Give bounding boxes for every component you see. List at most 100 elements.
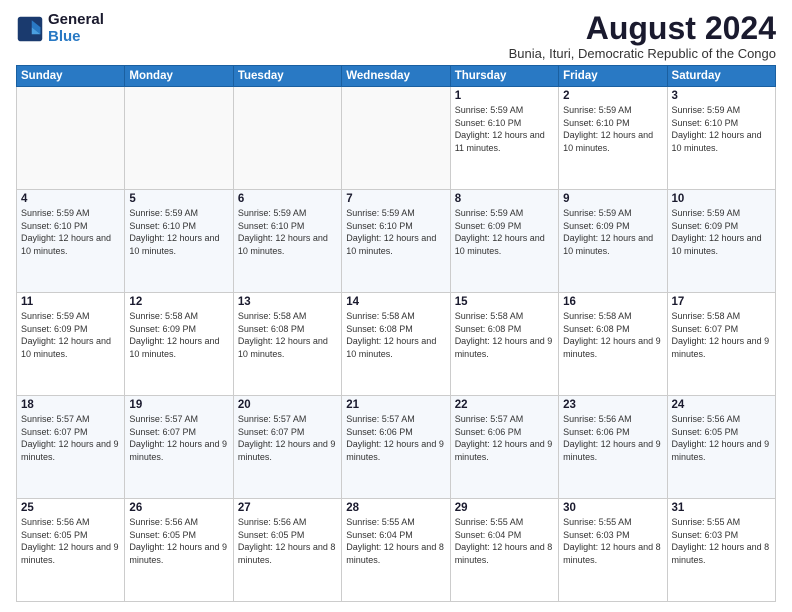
table-row: 5 Sunrise: 5:59 AM Sunset: 6:10 PM Daylig… — [125, 190, 233, 293]
table-row: 1 Sunrise: 5:59 AM Sunset: 6:10 PM Daylig… — [450, 87, 558, 190]
day-info: Sunrise: 5:56 AM Sunset: 6:05 PM Dayligh… — [21, 516, 120, 566]
table-row: 8 Sunrise: 5:59 AM Sunset: 6:09 PM Daylig… — [450, 190, 558, 293]
table-row: 31Sunrise: 5:55 AM Sunset: 6:03 PM Dayli… — [667, 499, 775, 602]
table-row: 27Sunrise: 5:56 AM Sunset: 6:05 PM Dayli… — [233, 499, 341, 602]
day-info: Sunrise: 5:55 AM Sunset: 6:04 PM Dayligh… — [346, 516, 445, 566]
calendar-table: Sunday Monday Tuesday Wednesday Thursday… — [16, 65, 776, 602]
logo-line2: Blue — [48, 28, 81, 45]
table-row: 16Sunrise: 5:58 AM Sunset: 6:08 PM Dayli… — [559, 293, 667, 396]
table-row: 14Sunrise: 5:58 AM Sunset: 6:08 PM Dayli… — [342, 293, 450, 396]
day-number: 7 — [346, 193, 445, 205]
day-number: 15 — [455, 296, 554, 308]
calendar-week-row: 1 Sunrise: 5:59 AM Sunset: 6:10 PM Daylig… — [17, 87, 776, 190]
table-row: 2 Sunrise: 5:59 AM Sunset: 6:10 PM Daylig… — [559, 87, 667, 190]
day-info: Sunrise: 5:59 AM Sunset: 6:09 PM Dayligh… — [21, 310, 120, 360]
day-number: 5 — [129, 193, 228, 205]
day-info: Sunrise: 5:57 AM Sunset: 6:06 PM Dayligh… — [346, 413, 445, 463]
day-number: 9 — [563, 193, 662, 205]
day-info: Sunrise: 5:56 AM Sunset: 6:05 PM Dayligh… — [672, 413, 771, 463]
table-row: 7 Sunrise: 5:59 AM Sunset: 6:10 PM Daylig… — [342, 190, 450, 293]
table-row: 25Sunrise: 5:56 AM Sunset: 6:05 PM Dayli… — [17, 499, 125, 602]
table-row: 17Sunrise: 5:58 AM Sunset: 6:07 PM Dayli… — [667, 293, 775, 396]
day-info: Sunrise: 5:58 AM Sunset: 6:09 PM Dayligh… — [129, 310, 228, 360]
calendar-week-row: 25Sunrise: 5:56 AM Sunset: 6:05 PM Dayli… — [17, 499, 776, 602]
day-info: Sunrise: 5:56 AM Sunset: 6:05 PM Dayligh… — [238, 516, 337, 566]
header: General Blue August 2024 Bunia, Ituri, D… — [16, 12, 776, 61]
col-wednesday: Wednesday — [342, 66, 450, 87]
col-sunday: Sunday — [17, 66, 125, 87]
calendar-body: 1 Sunrise: 5:59 AM Sunset: 6:10 PM Daylig… — [17, 87, 776, 602]
table-row: 13 Sunrise: 5:58 AM Sunset: 6:08 PM Dayli… — [233, 293, 341, 396]
day-info: Sunrise: 5:55 AM Sunset: 6:03 PM Dayligh… — [563, 516, 662, 566]
table-row — [342, 87, 450, 190]
day-info: Sunrise: 5:55 AM Sunset: 6:04 PM Dayligh… — [455, 516, 554, 566]
day-number: 4 — [21, 193, 120, 205]
table-row — [125, 87, 233, 190]
day-info: Sunrise: 5:57 AM Sunset: 6:07 PM Dayligh… — [238, 413, 337, 463]
col-friday: Friday — [559, 66, 667, 87]
table-row: 10 Sunrise: 5:59 AM Sunset: 6:09 PM Dayli… — [667, 190, 775, 293]
day-info: Sunrise: 5:56 AM Sunset: 6:05 PM Dayligh… — [129, 516, 228, 566]
logo-text: General Blue — [48, 12, 104, 45]
day-info: Sunrise: 5:59 AM Sunset: 6:10 PM Dayligh… — [21, 207, 120, 257]
day-number: 8 — [455, 193, 554, 205]
day-info: Sunrise: 5:58 AM Sunset: 6:08 PM Dayligh… — [238, 310, 337, 360]
day-number: 29 — [455, 502, 554, 514]
day-number: 12 — [129, 296, 228, 308]
logo-icon — [16, 15, 44, 43]
table-row: 26 Sunrise: 5:56 AM Sunset: 6:05 PM Dayli… — [125, 499, 233, 602]
table-row: 12 Sunrise: 5:58 AM Sunset: 6:09 PM Dayli… — [125, 293, 233, 396]
table-row: 28 Sunrise: 5:55 AM Sunset: 6:04 PM Dayli… — [342, 499, 450, 602]
day-number: 13 — [238, 296, 337, 308]
day-info: Sunrise: 5:58 AM Sunset: 6:08 PM Dayligh… — [346, 310, 445, 360]
day-info: Sunrise: 5:59 AM Sunset: 6:10 PM Dayligh… — [129, 207, 228, 257]
day-number: 26 — [129, 502, 228, 514]
day-info: Sunrise: 5:59 AM Sunset: 6:10 PM Dayligh… — [346, 207, 445, 257]
day-number: 24 — [672, 399, 771, 411]
day-info: Sunrise: 5:57 AM Sunset: 6:06 PM Dayligh… — [455, 413, 554, 463]
day-number: 30 — [563, 502, 662, 514]
table-row: 29 Sunrise: 5:55 AM Sunset: 6:04 PM Dayli… — [450, 499, 558, 602]
day-number: 18 — [21, 399, 120, 411]
day-number: 21 — [346, 399, 445, 411]
table-row: 19 Sunrise: 5:57 AM Sunset: 6:07 PM Dayli… — [125, 396, 233, 499]
day-number: 10 — [672, 193, 771, 205]
day-number: 31 — [672, 502, 771, 514]
day-info: Sunrise: 5:59 AM Sunset: 6:09 PM Dayligh… — [455, 207, 554, 257]
table-row: 4 Sunrise: 5:59 AM Sunset: 6:10 PM Daylig… — [17, 190, 125, 293]
day-number: 23 — [563, 399, 662, 411]
table-row: 3 Sunrise: 5:59 AM Sunset: 6:10 PM Daylig… — [667, 87, 775, 190]
day-info: Sunrise: 5:59 AM Sunset: 6:09 PM Dayligh… — [672, 207, 771, 257]
calendar-week-row: 11Sunrise: 5:59 AM Sunset: 6:09 PM Dayli… — [17, 293, 776, 396]
day-info: Sunrise: 5:59 AM Sunset: 6:10 PM Dayligh… — [455, 104, 554, 154]
logo: General Blue — [16, 12, 104, 45]
day-info: Sunrise: 5:56 AM Sunset: 6:06 PM Dayligh… — [563, 413, 662, 463]
month-title: August 2024 — [509, 12, 776, 44]
day-info: Sunrise: 5:59 AM Sunset: 6:10 PM Dayligh… — [563, 104, 662, 154]
day-number: 16 — [563, 296, 662, 308]
day-number: 1 — [455, 90, 554, 102]
day-number: 2 — [563, 90, 662, 102]
day-info: Sunrise: 5:57 AM Sunset: 6:07 PM Dayligh… — [129, 413, 228, 463]
table-row: 11Sunrise: 5:59 AM Sunset: 6:09 PM Dayli… — [17, 293, 125, 396]
logo-line1: General — [48, 12, 104, 29]
title-block: August 2024 Bunia, Ituri, Democratic Rep… — [509, 12, 776, 61]
day-info: Sunrise: 5:59 AM Sunset: 6:10 PM Dayligh… — [672, 104, 771, 154]
day-info: Sunrise: 5:57 AM Sunset: 6:07 PM Dayligh… — [21, 413, 120, 463]
table-row: 15Sunrise: 5:58 AM Sunset: 6:08 PM Dayli… — [450, 293, 558, 396]
calendar-week-row: 18 Sunrise: 5:57 AM Sunset: 6:07 PM Dayli… — [17, 396, 776, 499]
day-number: 19 — [129, 399, 228, 411]
day-number: 6 — [238, 193, 337, 205]
table-row: 23 Sunrise: 5:56 AM Sunset: 6:06 PM Dayli… — [559, 396, 667, 499]
day-number: 28 — [346, 502, 445, 514]
day-number: 3 — [672, 90, 771, 102]
page: General Blue August 2024 Bunia, Ituri, D… — [0, 0, 792, 612]
table-row: 6Sunrise: 5:59 AM Sunset: 6:10 PM Daylig… — [233, 190, 341, 293]
table-row: 20Sunrise: 5:57 AM Sunset: 6:07 PM Dayli… — [233, 396, 341, 499]
table-row: 21 Sunrise: 5:57 AM Sunset: 6:06 PM Dayli… — [342, 396, 450, 499]
day-info: Sunrise: 5:58 AM Sunset: 6:07 PM Dayligh… — [672, 310, 771, 360]
table-row: 30 Sunrise: 5:55 AM Sunset: 6:03 PM Dayli… — [559, 499, 667, 602]
day-number: 22 — [455, 399, 554, 411]
col-saturday: Saturday — [667, 66, 775, 87]
col-tuesday: Tuesday — [233, 66, 341, 87]
